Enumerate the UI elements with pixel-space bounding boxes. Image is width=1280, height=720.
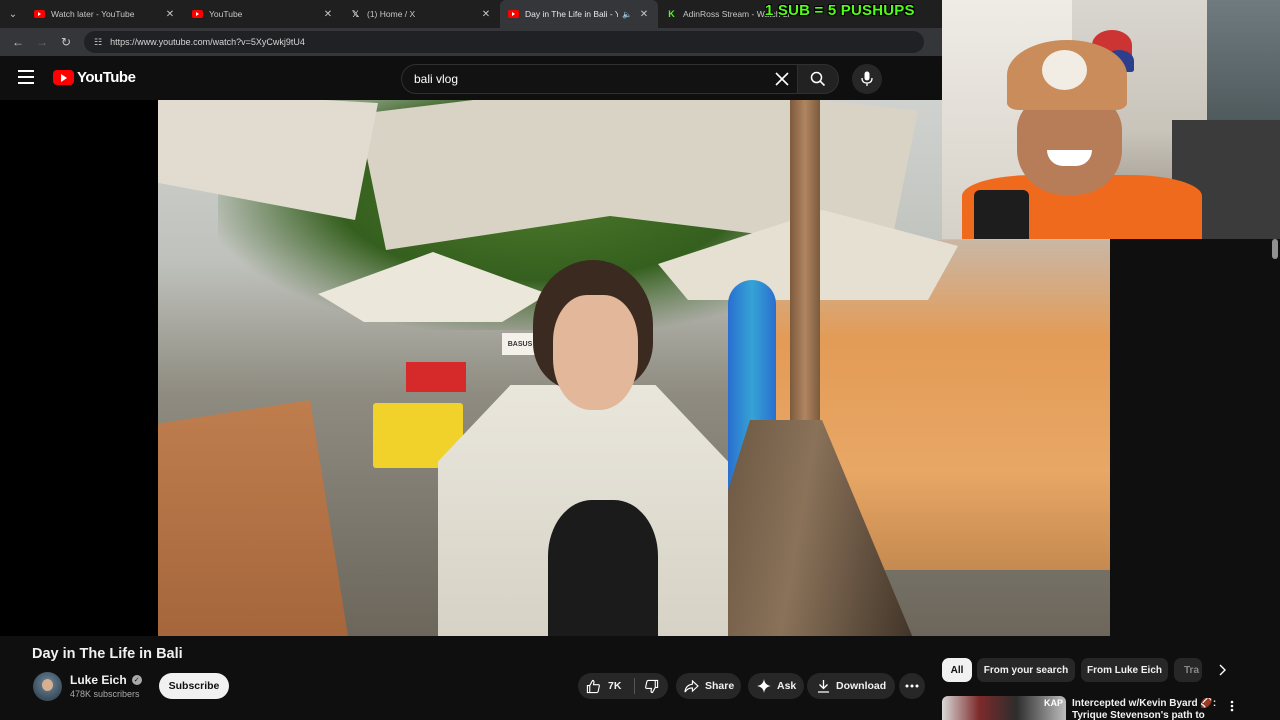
chip-from-channel[interactable]: From Luke Eich bbox=[1081, 658, 1168, 682]
recommended-video-thumbnail[interactable]: KAP bbox=[942, 696, 1066, 720]
streamer-webcam bbox=[942, 0, 1280, 239]
tab-label: (1) Home / X bbox=[367, 9, 416, 19]
search-icon bbox=[810, 71, 826, 87]
back-arrow-icon[interactable]: ← bbox=[6, 30, 30, 54]
channel-name[interactable]: Luke Eich bbox=[70, 673, 127, 687]
tab-label: YouTube bbox=[209, 9, 243, 19]
webcam-window bbox=[1207, 0, 1280, 140]
tab-label: Day in The Life in Bali - You bbox=[525, 9, 619, 19]
youtube-icon bbox=[34, 10, 45, 18]
thumbs-down-icon bbox=[645, 679, 659, 693]
reload-icon[interactable]: ↻ bbox=[54, 30, 78, 54]
menu-icon[interactable] bbox=[18, 70, 34, 84]
thumbs-up-icon bbox=[586, 679, 600, 693]
address-bar[interactable]: ☷ https://www.youtube.com/watch?v=5XyCwk… bbox=[84, 31, 924, 53]
webcam-mug bbox=[974, 190, 1029, 239]
tab-close-icon[interactable]: ✕ bbox=[322, 9, 334, 20]
download-label: Download bbox=[836, 680, 887, 692]
sparkle-icon bbox=[757, 679, 771, 693]
video-person-face bbox=[553, 295, 638, 410]
like-button[interactable]: 7K bbox=[578, 673, 634, 699]
youtube-icon bbox=[192, 10, 203, 18]
video-black-bag bbox=[548, 500, 658, 636]
more-horizontal-icon bbox=[905, 684, 919, 688]
forward-arrow-icon[interactable]: → bbox=[30, 30, 54, 54]
video-title: Day in The Life in Bali bbox=[32, 646, 183, 662]
subscribe-button[interactable]: Subscribe bbox=[159, 673, 229, 699]
tab-search-menu-button[interactable]: ⌄ bbox=[0, 0, 26, 28]
tab-label: Watch later - YouTube bbox=[51, 9, 135, 19]
chip-from-your-search[interactable]: From your search bbox=[977, 658, 1075, 682]
share-label: Share bbox=[705, 680, 735, 692]
microphone-icon bbox=[861, 71, 873, 86]
chevron-right-icon[interactable] bbox=[1212, 658, 1232, 682]
url-text: https://www.youtube.com/watch?v=5XyCwkj9… bbox=[110, 37, 305, 47]
subscriber-count: 478K subscribers bbox=[70, 689, 140, 699]
ask-label: Ask bbox=[777, 680, 797, 692]
clear-search-icon[interactable] bbox=[772, 69, 792, 89]
youtube-header: YouTube bbox=[0, 56, 942, 100]
youtube-logo-icon bbox=[53, 70, 74, 85]
video-person bbox=[428, 260, 728, 636]
scrollbar-thumb[interactable] bbox=[1272, 239, 1278, 259]
webcam-hat-patch bbox=[1042, 50, 1087, 90]
chip-travel[interactable]: Tra bbox=[1174, 658, 1202, 682]
kick-icon: K bbox=[668, 9, 675, 19]
channel-avatar[interactable] bbox=[33, 672, 62, 701]
related-filter-chips: All From your search From Luke Eich Tra bbox=[942, 658, 1280, 684]
more-vertical-icon[interactable] bbox=[1224, 698, 1240, 714]
speaker-icon[interactable]: 🔈 bbox=[622, 10, 632, 19]
tab-watch-later[interactable]: Watch later - YouTube ✕ bbox=[26, 0, 184, 28]
recommended-video-title[interactable]: Intercepted w/Kevin Byard 🏈: Tyrique Ste… bbox=[1072, 698, 1222, 720]
stream-promo-text: 1 SUB = 5 PUSHUPS bbox=[765, 2, 915, 19]
youtube-logo[interactable]: YouTube bbox=[53, 69, 136, 86]
video-umbrella bbox=[158, 100, 378, 220]
tab-close-icon[interactable]: ✕ bbox=[164, 9, 176, 20]
logo-text: YouTube bbox=[77, 69, 136, 86]
webcam-face bbox=[1017, 95, 1122, 195]
ask-button[interactable]: Ask bbox=[748, 673, 804, 699]
tab-x-home[interactable]: 𝕏 (1) Home / X ✕ bbox=[342, 0, 500, 28]
more-actions-button[interactable] bbox=[899, 673, 925, 699]
like-dislike-group: 7K bbox=[578, 673, 668, 699]
site-settings-icon[interactable]: ☷ bbox=[94, 37, 102, 48]
thumbnail-text: KAP bbox=[1044, 698, 1064, 708]
sidebar-scrollbar[interactable] bbox=[1270, 239, 1280, 636]
download-button[interactable]: Download bbox=[807, 673, 895, 699]
channel-name-row[interactable]: Luke Eich ✓ bbox=[70, 673, 142, 687]
search-input[interactable] bbox=[414, 72, 754, 86]
tab-bali-video[interactable]: Day in The Life in Bali - You 🔈 ✕ bbox=[500, 0, 658, 28]
download-icon bbox=[818, 680, 829, 693]
verified-icon: ✓ bbox=[131, 675, 142, 685]
youtube-icon bbox=[508, 10, 519, 18]
search-button[interactable] bbox=[797, 64, 839, 94]
like-count: 7K bbox=[608, 680, 622, 692]
tab-youtube[interactable]: YouTube ✕ bbox=[184, 0, 342, 28]
share-button[interactable]: Share bbox=[676, 673, 741, 699]
voice-search-button[interactable] bbox=[852, 64, 882, 94]
video-chairs bbox=[158, 400, 348, 636]
search-box bbox=[401, 64, 799, 94]
share-icon bbox=[684, 679, 699, 692]
browser-toolbar: ← → ↻ ☷ https://www.youtube.com/watch?v=… bbox=[0, 28, 942, 56]
x-icon: 𝕏 bbox=[351, 8, 360, 19]
tab-close-icon[interactable]: ✕ bbox=[480, 9, 492, 20]
tab-close-icon[interactable]: ✕ bbox=[638, 9, 650, 20]
dislike-button[interactable] bbox=[635, 673, 668, 699]
watch-metadata: Day in The Life in Bali Luke Eich ✓ 478K… bbox=[0, 636, 1280, 720]
chip-all[interactable]: All bbox=[942, 658, 972, 682]
